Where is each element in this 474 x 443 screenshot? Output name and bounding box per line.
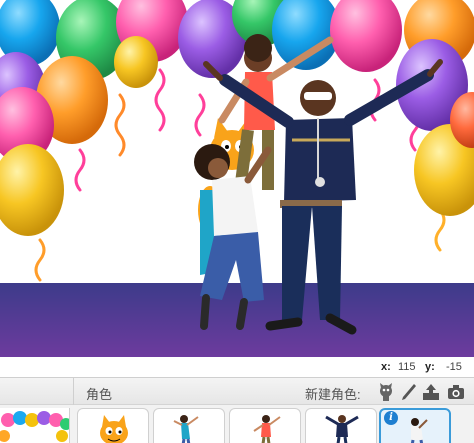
stage-backdrop: [0, 0, 474, 357]
sprite-thumb-dancer-2[interactable]: [229, 408, 301, 443]
y-value: -15: [446, 361, 462, 373]
sprite-thumb-dancer-1[interactable]: [153, 408, 225, 443]
sprite-thumb-cat[interactable]: [77, 408, 149, 443]
mouse-coordinates: x: 115 y: -15: [0, 357, 474, 377]
choose-sprite-from-library-icon[interactable]: [376, 382, 396, 402]
x-value: 115: [398, 361, 416, 373]
paint-new-sprite-icon[interactable]: [398, 382, 418, 402]
new-sprite-from-camera-icon[interactable]: [446, 382, 466, 402]
stage[interactable]: [0, 0, 474, 357]
x-label: x:: [381, 361, 391, 373]
y-label: y:: [425, 361, 435, 373]
sprite-pane-header: 角色 新建角色:: [0, 377, 474, 406]
sprite-info-icon[interactable]: i: [384, 411, 398, 425]
new-sprite-label: 新建角色:: [305, 387, 361, 402]
stage-column-header: [0, 378, 74, 406]
sprite-thumb-dancer-3[interactable]: [305, 408, 377, 443]
upload-sprite-icon[interactable]: [421, 382, 441, 402]
stage-thumbnail[interactable]: [0, 408, 70, 443]
sprites-title: 角色: [86, 387, 113, 402]
sprite-list: i: [0, 405, 474, 443]
sprite-thumb-dancer-4[interactable]: i: [379, 408, 451, 443]
